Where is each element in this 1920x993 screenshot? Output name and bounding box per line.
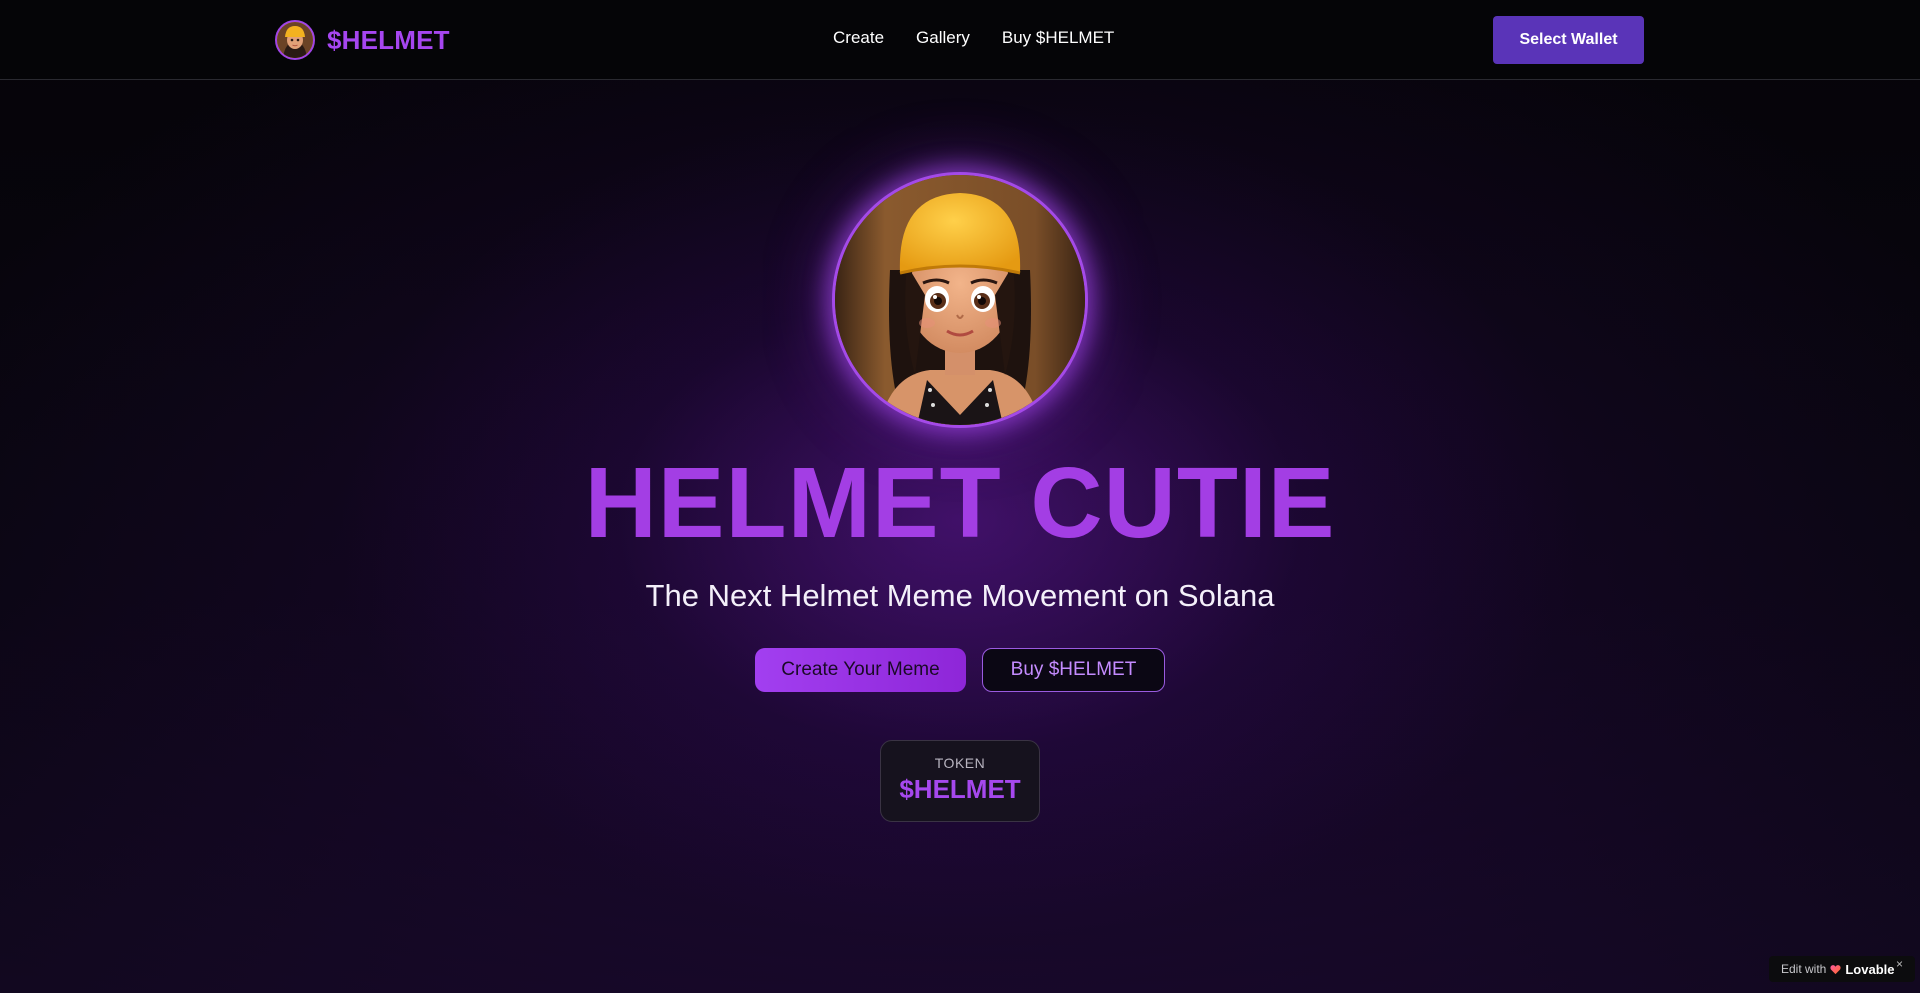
hero-title: HELMET CUTIE — [584, 447, 1336, 559]
brand-name: $HELMET — [327, 24, 450, 55]
nav-gallery[interactable]: Gallery — [916, 28, 970, 48]
badge-brand: Lovable — [1845, 961, 1895, 977]
helmet-girl-portrait — [835, 175, 1085, 425]
hero-subtitle: The Next Helmet Meme Movement on Solana — [645, 578, 1275, 613]
buy-helmet-button[interactable]: Buy $HELMET — [982, 648, 1165, 692]
close-icon[interactable]: × — [1896, 957, 1903, 971]
edit-with-lovable-badge[interactable]: Edit with Lovable — [1769, 956, 1915, 982]
badge-prefix: Edit with — [1781, 962, 1827, 976]
page: $HELMET Create Gallery Buy $HELMET Selec… — [0, 0, 1920, 993]
token-card: TOKEN $HELMET — [880, 740, 1040, 822]
token-label: TOKEN — [934, 755, 986, 771]
nav-create[interactable]: Create — [833, 28, 884, 48]
select-wallet-button[interactable]: Select Wallet — [1493, 16, 1644, 64]
lovable-heart-icon — [1830, 964, 1841, 974]
brand-avatar — [275, 20, 315, 60]
create-meme-button[interactable]: Create Your Meme — [755, 648, 966, 692]
header: $HELMET Create Gallery Buy $HELMET Selec… — [0, 0, 1920, 80]
main-nav: Create Gallery Buy $HELMET — [833, 28, 1114, 48]
brand-logo[interactable]: $HELMET — [275, 19, 450, 61]
token-value: $HELMET — [899, 774, 1021, 804]
helmet-girl-avatar-icon — [277, 22, 313, 58]
nav-buy[interactable]: Buy $HELMET — [1002, 28, 1114, 48]
hero-avatar — [832, 172, 1088, 428]
